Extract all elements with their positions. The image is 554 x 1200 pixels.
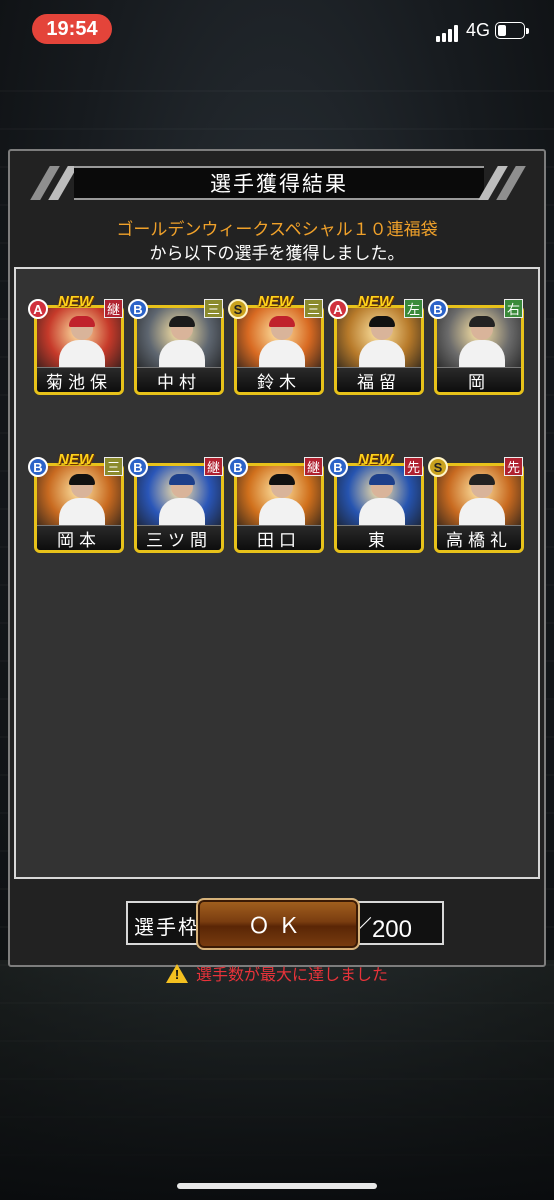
rank-badge: B (228, 457, 248, 477)
player-card[interactable]: 高橋礼 (434, 463, 524, 553)
player-figure (359, 474, 405, 528)
player-name: 東 (337, 525, 421, 550)
player-card[interactable]: 岡 (434, 305, 524, 395)
player-card[interactable]: 東 (334, 463, 424, 553)
new-badge: NEW (358, 451, 393, 468)
position-badge: 三 (204, 299, 223, 318)
player-name: 三ツ間 (137, 525, 221, 550)
player-name: 鈴木 (237, 367, 321, 392)
player-figure (159, 474, 205, 528)
player-cards-panel: 菊池保 A 継 NEW 中村 B 三鈴木 S 三 NEW 福留 A 左 NEW 岡 B 右岡本 B 三 NEW 三ツ間 B… (14, 267, 540, 984)
player-name: 中村 (137, 367, 221, 392)
player-figure (259, 316, 305, 370)
rank-badge: A (328, 299, 348, 319)
position-badge: 右 (504, 299, 523, 318)
rank-badge: B (128, 299, 148, 319)
new-badge: NEW (58, 451, 93, 468)
dialog-title: 選手獲得結果 (74, 166, 484, 200)
new-badge: NEW (58, 293, 93, 310)
rank-badge: B (328, 457, 348, 477)
rank-badge: S (428, 457, 448, 477)
player-card[interactable]: 三ツ間 (134, 463, 224, 553)
cellular-signal-icon (436, 24, 462, 42)
player-name: 田口 (237, 525, 321, 550)
background-field (0, 960, 554, 1200)
player-card[interactable]: 岡本 (34, 463, 124, 553)
position-badge: 継 (304, 457, 323, 476)
position-badge: 先 (504, 457, 523, 476)
player-figure (359, 316, 405, 370)
battery-icon (495, 22, 529, 39)
status-time: 19:54 (32, 14, 112, 44)
new-badge: NEW (358, 293, 393, 310)
position-badge: 先 (404, 457, 423, 476)
player-figure (259, 474, 305, 528)
new-badge: NEW (258, 293, 293, 310)
player-card[interactable]: 鈴木 (234, 305, 324, 395)
position-badge: 三 (104, 457, 123, 476)
player-card[interactable]: 菊池保 (34, 305, 124, 395)
acquisition-result-dialog: 選手獲得結果 ゴールデンウィークスペシャル１０連福袋 から以下の選手を獲得しまし… (8, 149, 546, 984)
player-name: 高橋礼 (437, 525, 521, 550)
pack-name: ゴールデンウィークスペシャル１０連福袋 (116, 220, 438, 240)
player-figure (459, 316, 505, 370)
warning-text: 選手数が最大に達しました (195, 965, 388, 984)
rank-badge: S (228, 299, 248, 319)
rank-badge: B (128, 457, 148, 477)
player-card[interactable]: 中村 (134, 305, 224, 395)
position-badge: 左 (404, 299, 423, 318)
roster-full-warning: 選手数が最大に達しました (16, 961, 538, 985)
position-badge: 三 (304, 299, 323, 318)
acquired-message: から以下の選手を獲得しました。 (149, 244, 405, 264)
player-figure (59, 316, 105, 370)
network-type: 4G (466, 20, 491, 40)
status-bar: 19:54 4G (0, 0, 554, 62)
position-badge: 継 (104, 299, 123, 318)
player-name: 福留 (337, 367, 421, 392)
player-name: 岡本 (37, 525, 121, 550)
player-card[interactable]: 福留 (334, 305, 424, 395)
player-name: 岡 (437, 367, 521, 392)
position-badge: 継 (204, 457, 223, 476)
home-indicator[interactable] (177, 1183, 377, 1189)
rank-badge: B (28, 457, 48, 477)
warning-icon (165, 964, 188, 983)
ok-button[interactable]: ＯＫ (196, 898, 360, 950)
rank-badge: A (28, 299, 48, 319)
player-figure (459, 474, 505, 528)
player-card[interactable]: 田口 (234, 463, 324, 553)
rank-badge: B (428, 299, 448, 319)
player-name: 菊池保 (37, 367, 121, 392)
player-figure (159, 316, 205, 370)
player-figure (59, 474, 105, 528)
